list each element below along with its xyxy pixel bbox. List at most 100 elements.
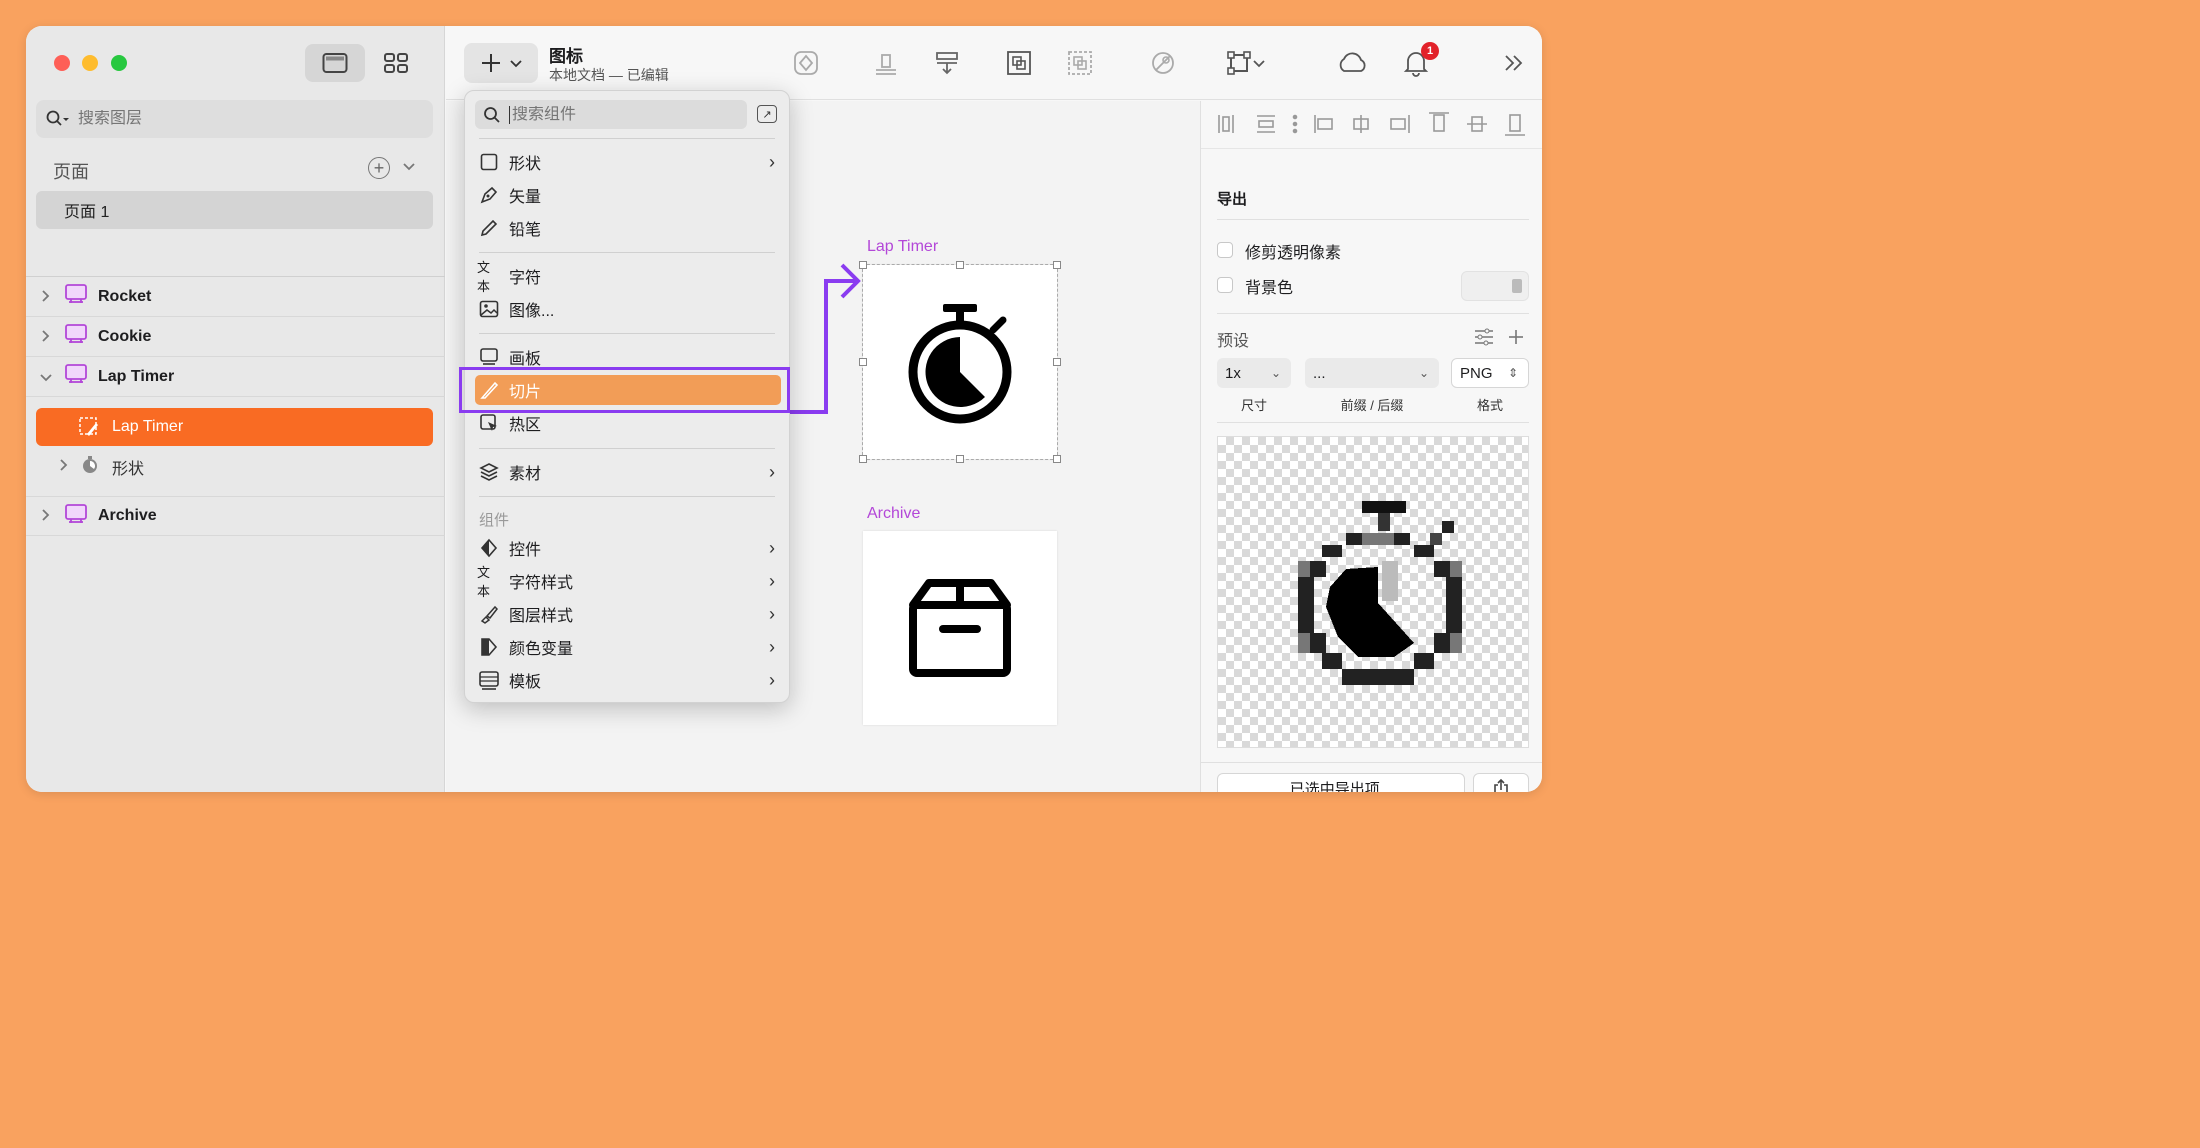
share-button[interactable] <box>1473 773 1529 792</box>
trim-transparent-checkbox[interactable] <box>1217 242 1233 258</box>
insert-button[interactable] <box>464 43 538 83</box>
chevron-down-icon: ⌄ <box>1418 366 1429 380</box>
group-button[interactable] <box>1004 48 1034 78</box>
more-toolbar-button[interactable] <box>1499 48 1529 78</box>
grid-view-button[interactable] <box>366 44 426 82</box>
grid-icon <box>384 53 408 73</box>
section-label-components: 组件 <box>479 512 510 529</box>
layer-lap-timer[interactable]: Lap Timer <box>26 357 445 397</box>
export-preview <box>1217 436 1529 748</box>
artboard-icon <box>64 323 88 350</box>
transform-button[interactable] <box>1217 48 1273 78</box>
cloud-icon <box>1339 52 1366 72</box>
layer-cookie[interactable]: Cookie <box>26 317 445 357</box>
chevron-down-icon[interactable] <box>40 369 62 385</box>
align-bottom-button[interactable] <box>871 48 901 78</box>
external-link-icon: ↗ <box>762 108 772 121</box>
pixelated-stopwatch-icon <box>1298 501 1462 685</box>
menu-item-color-variables[interactable]: 颜色变量 › <box>477 632 779 662</box>
menu-item-pencil[interactable]: 铅笔 <box>477 213 779 243</box>
resize-handle[interactable] <box>956 261 964 269</box>
cloud-button[interactable] <box>1334 48 1370 78</box>
symbol-icon <box>794 51 818 75</box>
menu-item-text[interactable]: 文本 字符 <box>477 260 779 294</box>
menu-item-slice[interactable]: 切片 <box>475 375 781 405</box>
close-window-button[interactable] <box>54 55 70 71</box>
menu-item-artboard[interactable]: 画板 <box>477 342 779 372</box>
layer-shape[interactable]: 形状 <box>26 448 445 486</box>
group-icon <box>1007 51 1031 75</box>
layer-search[interactable] <box>36 100 433 138</box>
sliders-icon[interactable] <box>1473 328 1495 346</box>
menu-item-templates[interactable]: 模板 › <box>477 665 779 695</box>
resize-handle[interactable] <box>1053 455 1061 463</box>
background-color-well[interactable] <box>1461 271 1529 301</box>
chevron-right-icon[interactable] <box>40 289 62 305</box>
menu-item-hotspot[interactable]: 热区 <box>477 408 779 438</box>
chevron-down-icon <box>403 163 415 171</box>
menu-item-text-styles[interactable]: 文本 字符样式 › <box>477 565 779 599</box>
alignment-icons[interactable] <box>1201 101 1542 149</box>
menu-item-symbols[interactable]: 控件 › <box>477 533 779 563</box>
create-symbol-button[interactable] <box>791 48 821 78</box>
share-icon <box>1494 778 1508 792</box>
chevron-right-icon[interactable] <box>40 508 62 524</box>
ungroup-button[interactable] <box>1065 48 1095 78</box>
insert-menu: ↗ 形状 › 矢量 铅笔 文本 字符 图像... 画板 <box>464 90 790 703</box>
page-item[interactable]: 页面 1 <box>36 191 433 229</box>
layer-label: Archive <box>98 507 157 524</box>
double-chevron-right-icon <box>1505 55 1523 71</box>
artboard-icon <box>64 503 88 530</box>
menu-item-assets[interactable]: 素材 › <box>477 457 779 487</box>
resize-handle[interactable] <box>956 455 964 463</box>
pages-collapse-button[interactable] <box>402 159 416 175</box>
trim-transparent-label: 修剪透明像素 <box>1245 245 1342 262</box>
presets-label: 预设 <box>1217 333 1250 350</box>
layer-label: 形状 <box>112 461 145 478</box>
mask-button[interactable] <box>1148 48 1178 78</box>
plus-icon[interactable] <box>1507 328 1525 346</box>
chevron-right-icon[interactable] <box>40 329 62 345</box>
format-value: PNG <box>1460 364 1493 382</box>
menu-item-image[interactable]: 图像... <box>477 294 779 324</box>
artboard-lap-timer[interactable] <box>859 261 1061 463</box>
export-suffix-select[interactable]: ... ⌄ <box>1305 358 1439 388</box>
add-page-button[interactable]: + <box>368 157 390 179</box>
layer-lap-timer-slice[interactable]: Lap Timer <box>36 408 433 446</box>
inspector: 导出 修剪透明像素 背景色 预设 1x ⌄ ... ⌄ PNG ⇕ 尺寸 前缀 … <box>1200 101 1542 792</box>
divider <box>479 252 775 253</box>
chevron-down-icon <box>510 60 522 68</box>
chevron-right-icon[interactable] <box>58 458 80 476</box>
layer-archive[interactable]: Archive <box>26 496 445 536</box>
single-view-button[interactable] <box>305 44 365 82</box>
artboard-title-lap-timer[interactable]: Lap Timer <box>867 238 938 256</box>
component-search[interactable] <box>475 100 747 129</box>
layer-rocket[interactable]: Rocket <box>26 277 445 317</box>
menu-item-shape[interactable]: 形状 › <box>477 147 779 177</box>
minimize-window-button[interactable] <box>82 55 98 71</box>
component-search-input[interactable] <box>509 105 729 124</box>
export-size-select[interactable]: 1x ⌄ <box>1217 358 1291 388</box>
menu-item-layer-styles[interactable]: 图层样式 › <box>477 599 779 629</box>
layer-search-input[interactable] <box>78 110 378 128</box>
export-format-select[interactable]: PNG ⇕ <box>1451 358 1529 388</box>
layer-label: Lap Timer <box>112 418 184 435</box>
layer-label: Cookie <box>98 327 152 345</box>
background-color-checkbox[interactable] <box>1217 277 1233 293</box>
divider <box>1217 219 1529 220</box>
resize-handle[interactable] <box>1053 261 1061 269</box>
open-external-button[interactable]: ↗ <box>757 105 777 123</box>
divider <box>479 448 775 449</box>
artboard-title-archive[interactable]: Archive <box>867 505 920 523</box>
pencil-icon <box>477 217 501 239</box>
artboard-archive[interactable] <box>863 531 1057 725</box>
move-down-button[interactable] <box>932 48 962 78</box>
export-selected-button[interactable]: 已选中导出项... <box>1217 773 1465 792</box>
transform-icon <box>1227 51 1251 75</box>
zoom-window-button[interactable] <box>111 55 127 71</box>
chevron-down-icon: ⌄ <box>1270 366 1281 380</box>
menu-item-vector[interactable]: 矢量 <box>477 180 779 210</box>
resize-handle[interactable] <box>1053 358 1061 366</box>
resize-handle[interactable] <box>859 455 867 463</box>
layers-icon <box>477 461 501 483</box>
